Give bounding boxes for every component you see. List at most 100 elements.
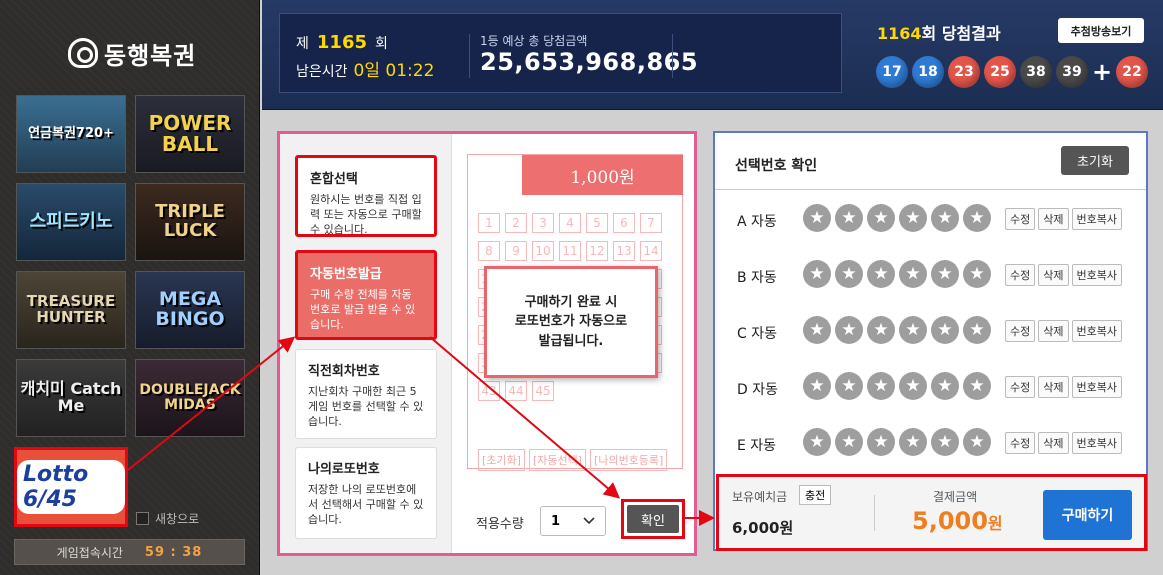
- ticket-number-cell[interactable]: 44: [505, 381, 527, 401]
- star-icon: ★: [931, 428, 959, 456]
- delete-button[interactable]: 삭제: [1038, 376, 1069, 398]
- row-label: E 자동: [737, 438, 777, 454]
- ticket-reset-button: [초기화]: [478, 449, 525, 471]
- ticket-number-cell[interactable]: 7: [640, 213, 662, 233]
- edit-button[interactable]: 수정: [1005, 264, 1036, 286]
- ticket-number-cell[interactable]: 13: [613, 241, 635, 261]
- ticket-number-cell[interactable]: 8: [478, 241, 500, 261]
- payment-box: 보유예치금 충전 6,000원 결제금액 5,000원 구매하기: [716, 474, 1147, 551]
- confirm-button[interactable]: 확인: [627, 505, 679, 533]
- star-icon: ★: [867, 372, 895, 400]
- ticket-number-cell[interactable]: 3: [532, 213, 554, 233]
- broadcast-button[interactable]: 추첨방송보기: [1058, 18, 1144, 43]
- prize-value: 25,653,968,865: [480, 48, 699, 76]
- copy-numbers-button[interactable]: 번호복사: [1071, 264, 1122, 286]
- ticket-number-cell[interactable]: 14: [640, 241, 662, 261]
- copy-numbers-button[interactable]: 번호복사: [1071, 376, 1122, 398]
- row-actions: 수정 삭제 번호복사: [1005, 208, 1122, 230]
- star-icon: ★: [963, 372, 991, 400]
- new-window-checkbox[interactable]: [136, 512, 149, 525]
- delete-button[interactable]: 삭제: [1038, 432, 1069, 454]
- pay-label: 결제금액: [933, 490, 978, 504]
- star-icon: ★: [803, 316, 831, 344]
- ticket-number-cell[interactable]: 10: [532, 241, 554, 261]
- draw-suffix: 회: [375, 36, 388, 52]
- buy-button[interactable]: 구매하기: [1043, 490, 1132, 540]
- plus-icon: +: [1092, 58, 1113, 86]
- brand-logo[interactable]: 동행복권: [68, 36, 196, 70]
- delete-button[interactable]: 삭제: [1038, 208, 1069, 230]
- ticket-number-cell[interactable]: 43: [478, 381, 500, 401]
- game-pension720[interactable]: 연금복권720+: [16, 95, 126, 173]
- game-catch-me[interactable]: 캐치미 Catch Me: [16, 359, 126, 437]
- selection-row: D 자동 ★ ★ ★ ★ ★ ★ 수정 삭제 번호복사: [715, 367, 1146, 411]
- ticket-number-cell[interactable]: 11: [559, 241, 581, 261]
- delete-button[interactable]: 삭제: [1038, 320, 1069, 342]
- game-doublejack[interactable]: DOUBLEJACK MIDAS: [135, 359, 245, 437]
- game-label: DOUBLEJACK MIDAS: [139, 382, 241, 413]
- game-timer-value: 59 : 38: [144, 544, 203, 560]
- game-lotto645[interactable]: Lotto 6/45: [14, 447, 128, 527]
- lotto-label: Lotto 6/45: [17, 460, 125, 514]
- ticket-register-button: [나의번호등록]: [590, 449, 668, 471]
- quantity-select[interactable]: 1: [540, 506, 606, 536]
- game-speedkeno[interactable]: 스피드키노: [16, 183, 126, 261]
- tab-auto-issue[interactable]: 자동번호발급 구매 수량 전체를 자동 번호로 발급 받을 수 있습니다.: [295, 250, 437, 340]
- game-label: 캐치미 Catch Me: [20, 379, 122, 415]
- ticket-number-cell[interactable]: 2: [505, 213, 527, 233]
- game-treasure-hunter[interactable]: TREASURE HUNTER: [16, 271, 126, 349]
- edit-button[interactable]: 수정: [1005, 208, 1036, 230]
- edit-button[interactable]: 수정: [1005, 376, 1036, 398]
- ticket-number-cell[interactable]: 1: [478, 213, 500, 233]
- star-icon: ★: [867, 316, 895, 344]
- star-icon: ★: [931, 204, 959, 232]
- charge-button[interactable]: 충전: [799, 485, 832, 505]
- star-icon: ★: [899, 316, 927, 344]
- star-icon: ★: [931, 372, 959, 400]
- edit-button[interactable]: 수정: [1005, 432, 1036, 454]
- row-label: A 자동: [737, 214, 777, 230]
- game-timer: 게임접속시간 59 : 38: [14, 539, 245, 565]
- star-icon: ★: [963, 204, 991, 232]
- auto-number-slots: ★ ★ ★ ★ ★ ★: [803, 428, 991, 456]
- pay-amount: 5,000원: [912, 507, 1003, 535]
- bonus-ball: 22: [1116, 56, 1148, 88]
- auto-issue-notice: 구매하기 완료 시 로또번호가 자동으로 발급됩니다.: [484, 266, 658, 378]
- auto-number-slots: ★ ★ ★ ★ ★ ★: [803, 204, 991, 232]
- game-triple-luck[interactable]: TRIPLE LUCK: [135, 183, 245, 261]
- delete-button[interactable]: 삭제: [1038, 264, 1069, 286]
- star-icon: ★: [899, 260, 927, 288]
- remaining-time-label: 남은시간: [296, 64, 348, 80]
- row-label: D 자동: [737, 382, 778, 398]
- result-suffix: 회 당첨결과: [921, 24, 1001, 43]
- tab-my-numbers[interactable]: 나의로또번호 저장한 나의 로또번호에서 선택해서 구매할 수 있습니다.: [295, 447, 437, 539]
- ticket-number-cell[interactable]: 4: [559, 213, 581, 233]
- star-icon: ★: [899, 372, 927, 400]
- copy-numbers-button[interactable]: 번호복사: [1071, 320, 1122, 342]
- divider: [469, 34, 470, 78]
- ticket-number-cell[interactable]: 6: [613, 213, 635, 233]
- game-mega-bingo[interactable]: MEGA BINGO: [135, 271, 245, 349]
- ticket-number-cell[interactable]: 12: [586, 241, 608, 261]
- selection-row: B 자동 ★ ★ ★ ★ ★ ★ 수정 삭제 번호복사: [715, 255, 1146, 299]
- copy-numbers-button[interactable]: 번호복사: [1071, 208, 1122, 230]
- reset-button[interactable]: 초기화: [1061, 146, 1129, 175]
- star-icon: ★: [931, 260, 959, 288]
- selection-row: A 자동 ★ ★ ★ ★ ★ ★ 수정 삭제 번호복사: [715, 199, 1146, 243]
- edit-button[interactable]: 수정: [1005, 320, 1036, 342]
- copy-numbers-button[interactable]: 번호복사: [1071, 432, 1122, 454]
- winning-ball: 39: [1056, 56, 1088, 88]
- tab-desc: 지난회차 구매한 최근 5게임 번호를 선택할 수 있습니다.: [308, 385, 424, 428]
- tab-mixed-select[interactable]: 혼합선택 원하시는 번호를 직접 입력 또는 자동으로 구매할 수 있습니다.: [295, 155, 437, 237]
- quantity-label: 적용수량: [476, 517, 524, 532]
- ticket-number-cell[interactable]: 9: [505, 241, 527, 261]
- ticket-number-cell[interactable]: 45: [532, 381, 554, 401]
- game-powerball[interactable]: POWER BALL: [135, 95, 245, 173]
- row-label: C 자동: [737, 326, 777, 342]
- tab-previous-round[interactable]: 직전회차번호 지난회차 구매한 최근 5게임 번호를 선택할 수 있습니다.: [295, 349, 437, 439]
- ticket-number-cell[interactable]: 5: [586, 213, 608, 233]
- draw-prefix: 제: [296, 36, 309, 52]
- ticket-buttons: [초기화] [자동선택] [나의번호등록]: [478, 449, 668, 471]
- new-window-toggle[interactable]: 새창으로: [136, 510, 199, 527]
- divider: [874, 495, 875, 531]
